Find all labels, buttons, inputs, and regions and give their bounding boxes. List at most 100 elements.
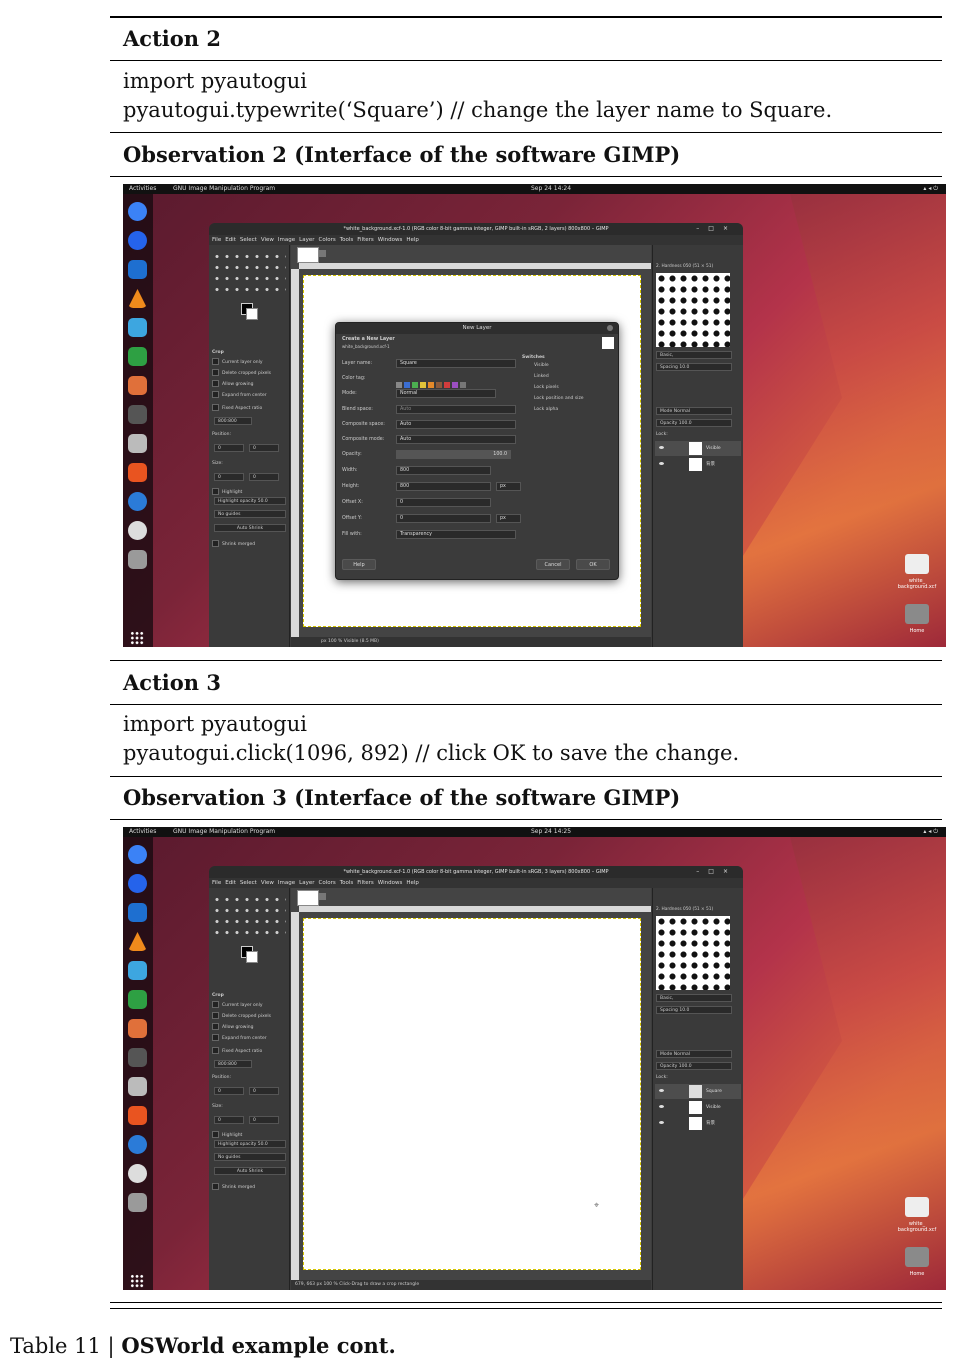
menu-windows[interactable]: Windows <box>378 237 403 243</box>
guides-select[interactable]: No guides <box>214 1153 286 1161</box>
option-fixed[interactable]: Fixed Aspect ratio <box>212 1047 285 1055</box>
brush-preset-select[interactable]: Basic, <box>656 351 732 359</box>
home-folder-label[interactable]: Home <box>892 1271 942 1277</box>
offset-y-input[interactable]: 0 <box>396 514 491 523</box>
menu-select[interactable]: Select <box>240 880 257 886</box>
position-x-field[interactable]: 0 <box>214 1087 244 1095</box>
menu-file[interactable]: File <box>212 880 221 886</box>
blend-space-select[interactable]: Auto <box>396 405 516 414</box>
desktop-file-label[interactable]: white_ background.xcf <box>892 1221 942 1233</box>
background-color-swatch[interactable] <box>246 308 258 320</box>
menu-help[interactable]: Help <box>406 237 419 243</box>
layer-row[interactable]: 背景 <box>655 1116 741 1131</box>
app-grid-icon[interactable] <box>130 1274 144 1288</box>
menu-colors[interactable]: Colors <box>318 237 335 243</box>
option-delete-cropped[interactable]: Delete cropped pixels <box>212 369 285 377</box>
auto-shrink-button[interactable]: Auto Shrink <box>214 1167 286 1175</box>
menu-select[interactable]: Select <box>240 237 257 243</box>
ok-button[interactable]: OK <box>576 559 610 570</box>
cancel-button[interactable]: Cancel <box>536 559 570 570</box>
writer-icon[interactable] <box>128 318 147 337</box>
desktop-file-icon[interactable] <box>905 1197 929 1217</box>
ratio-field[interactable]: 800:800 <box>214 1060 252 1068</box>
menu-view[interactable]: View <box>261 237 274 243</box>
layer-mode-select[interactable]: Mode Normal <box>656 407 732 415</box>
size-h-field[interactable]: 0 <box>249 1116 279 1124</box>
layer-opacity-field[interactable]: Opacity 100.0 <box>656 1062 732 1070</box>
option-shrink-merged[interactable]: Shrink merged <box>212 540 285 548</box>
app-grid-icon[interactable] <box>130 631 144 645</box>
help-button[interactable]: Help <box>342 559 376 570</box>
image-tab-thumbnail[interactable] <box>297 247 319 263</box>
desktop-file-label[interactable]: white_ background.xcf <box>892 578 942 590</box>
brush-grid[interactable] <box>656 273 730 347</box>
window-controls[interactable]: –□× <box>696 223 737 235</box>
system-tray-icon[interactable]: ▴ ◂ ⏻ <box>923 827 938 837</box>
vlc-icon[interactable] <box>128 932 147 951</box>
layer-name-input[interactable]: Square <box>396 359 516 368</box>
switch-lock-alpha[interactable]: Lock alpha <box>534 407 558 412</box>
updater-icon[interactable] <box>128 521 147 540</box>
app-menu[interactable]: GNU Image Manipulation Program <box>173 827 275 837</box>
menu-layer[interactable]: Layer <box>299 880 314 886</box>
size-w-field[interactable]: 0 <box>214 1116 244 1124</box>
switch-visible[interactable]: Visible <box>534 363 549 368</box>
menu-filters[interactable]: Filters <box>357 237 374 243</box>
menu-edit[interactable]: Edit <box>225 237 236 243</box>
menu-windows[interactable]: Windows <box>378 880 403 886</box>
chrome-icon[interactable] <box>128 845 147 864</box>
option-expand-center[interactable]: Expand from center <box>212 1034 285 1042</box>
option-shrink-merged[interactable]: Shrink merged <box>212 1183 285 1191</box>
auto-shrink-button[interactable]: Auto Shrink <box>214 524 286 532</box>
software-icon[interactable] <box>128 1106 147 1125</box>
highlight-opacity-field[interactable]: Highlight opacity 50.0 <box>214 497 286 505</box>
color-tag-picker[interactable] <box>396 374 516 388</box>
menu-tools[interactable]: Tools <box>340 880 354 886</box>
ratio-field[interactable]: 800:800 <box>214 417 252 425</box>
vlc-icon[interactable] <box>128 289 147 308</box>
option-highlight[interactable]: Highlight <box>212 1131 285 1139</box>
guides-select[interactable]: No guides <box>214 510 286 518</box>
menu-file[interactable]: File <box>212 237 221 243</box>
option-current-layer[interactable]: Current layer only <box>212 1001 285 1009</box>
home-folder-icon[interactable] <box>905 1247 929 1267</box>
option-delete-cropped[interactable]: Delete cropped pixels <box>212 1012 285 1020</box>
option-current-layer[interactable]: Current layer only <box>212 358 285 366</box>
option-expand-center[interactable]: Expand from center <box>212 391 285 399</box>
activities-button[interactable]: Activities <box>129 184 156 194</box>
spacing-field[interactable]: Spacing 10.0 <box>656 1006 732 1014</box>
menu-image[interactable]: Image <box>278 237 295 243</box>
layer-row[interactable]: Visible <box>655 441 741 456</box>
layer-opacity-field[interactable]: Opacity 100.0 <box>656 419 732 427</box>
eye-icon[interactable] <box>659 1105 664 1108</box>
eye-icon[interactable] <box>659 1121 664 1124</box>
gimp-icon[interactable] <box>128 405 147 424</box>
desktop-file-icon[interactable] <box>905 554 929 574</box>
offset-unit-select[interactable]: px <box>496 514 521 523</box>
home-folder-icon[interactable] <box>905 604 929 624</box>
image-tab-close-icon[interactable] <box>319 250 326 257</box>
highlight-opacity-field[interactable]: Highlight opacity 50.0 <box>214 1140 286 1148</box>
app-menu[interactable]: GNU Image Manipulation Program <box>173 184 275 194</box>
layer-row[interactable]: Visible <box>655 1100 741 1115</box>
updater-icon[interactable] <box>128 1164 147 1183</box>
gimp-icon[interactable] <box>128 1048 147 1067</box>
composite-space-select[interactable]: Auto <box>396 420 516 429</box>
files-icon[interactable] <box>128 1077 147 1096</box>
offset-x-input[interactable]: 0 <box>396 498 491 507</box>
opacity-slider[interactable]: 100.0 <box>396 450 511 459</box>
impress-icon[interactable] <box>128 376 147 395</box>
help-icon[interactable] <box>128 492 147 511</box>
brush-grid[interactable] <box>656 916 730 990</box>
calc-icon[interactable] <box>128 347 147 366</box>
option-fixed[interactable]: Fixed Aspect ratio <box>212 404 285 412</box>
layer-mode-select[interactable]: Mode Normal <box>656 1050 732 1058</box>
writer-icon[interactable] <box>128 961 147 980</box>
mode-select[interactable]: Normal <box>396 389 496 398</box>
tool-icons[interactable] <box>212 251 286 297</box>
chrome-icon[interactable] <box>128 202 147 221</box>
composite-mode-select[interactable]: Auto <box>396 435 516 444</box>
image-canvas[interactable]: ⌖ <box>303 918 641 1270</box>
position-x-field[interactable]: 0 <box>214 444 244 452</box>
menu-filters[interactable]: Filters <box>357 880 374 886</box>
